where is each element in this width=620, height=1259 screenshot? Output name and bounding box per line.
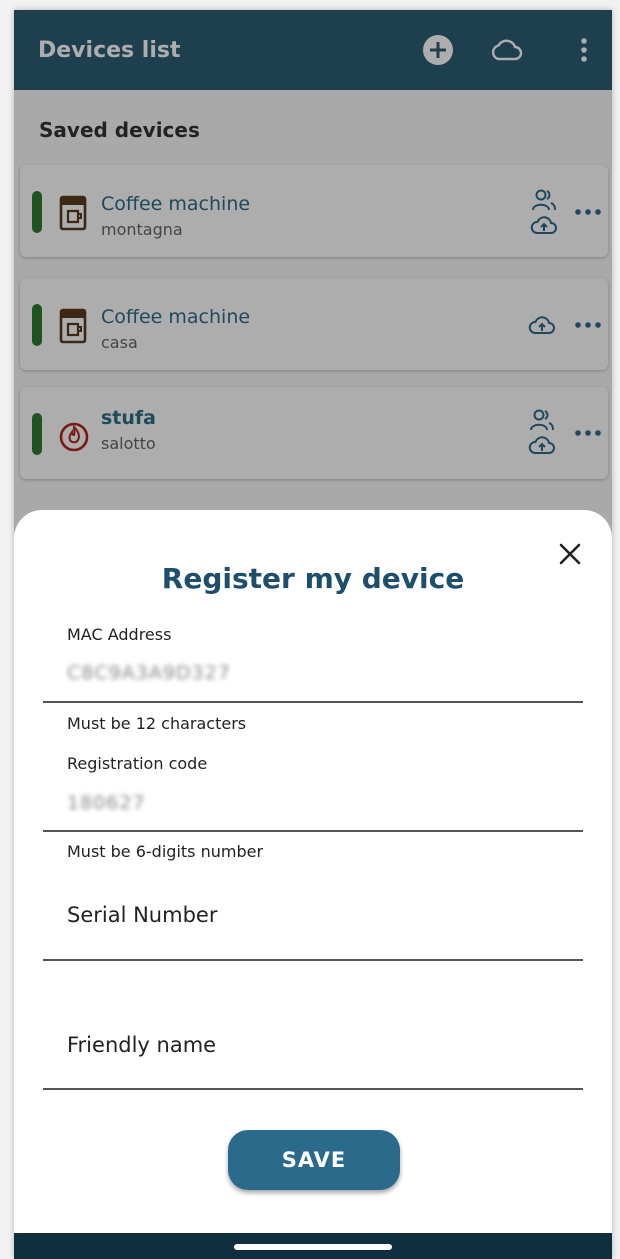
mac-address-field[interactable]: MAC Address C8C9A3A9D327 Must be 12 char… — [43, 620, 583, 740]
friendly-name-field[interactable]: Friendly name — [43, 1020, 583, 1100]
serial-number-field[interactable]: Serial Number — [43, 890, 583, 970]
registration-code-field[interactable]: Registration code 180627 Must be 6-digit… — [43, 748, 583, 868]
sheet-title: Register my device — [161, 562, 465, 595]
registration-code-label: Registration code — [67, 754, 208, 773]
field-underline — [43, 1088, 583, 1090]
registration-code-helper: Must be 6-digits number — [67, 842, 264, 861]
system-nav-bar — [14, 1233, 612, 1259]
field-underline — [43, 701, 583, 703]
mac-address-helper: Must be 12 characters — [67, 714, 247, 733]
register-device-sheet: Register my device MAC Address C8C9A3A9D… — [14, 510, 612, 1233]
friendly-name-placeholder[interactable]: Friendly name — [67, 1033, 216, 1057]
field-underline — [43, 830, 583, 832]
save-button[interactable]: SAVE — [228, 1130, 400, 1190]
serial-number-placeholder[interactable]: Serial Number — [67, 903, 217, 927]
home-indicator[interactable] — [234, 1244, 392, 1250]
field-underline — [43, 959, 583, 961]
phone-screen: Devices list Saved devices Coffee machin… — [14, 10, 612, 1259]
mac-address-label: MAC Address — [67, 625, 172, 644]
mac-address-value[interactable]: C8C9A3A9D327 — [67, 662, 231, 684]
registration-code-value[interactable]: 180627 — [67, 792, 146, 814]
